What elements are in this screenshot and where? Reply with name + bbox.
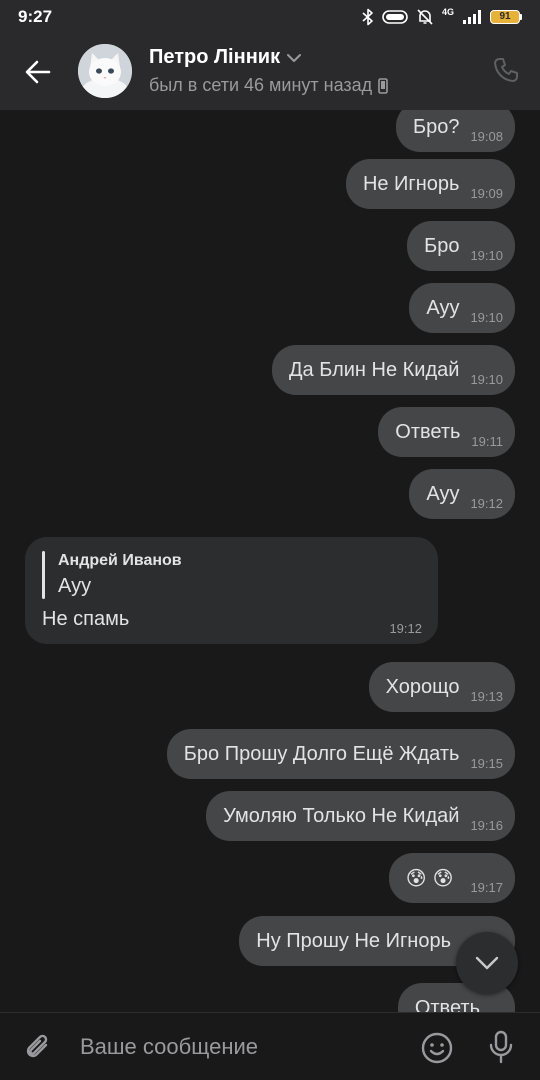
message-time: 19:10: [470, 371, 503, 387]
message-time: 19:12: [389, 621, 422, 636]
chevron-down-icon: [287, 53, 302, 62]
incoming-message[interactable]: Андрей Иванов Ауу Не спамь 19:12: [25, 537, 438, 644]
contact-name[interactable]: Петро Лінник: [149, 46, 388, 69]
phone-device-icon: [378, 77, 388, 94]
message-text: Бро: [424, 235, 460, 257]
message-bubble[interactable]: Ауу 19:10: [409, 283, 515, 333]
chevron-down-icon: [475, 956, 499, 970]
message-bubble[interactable]: Да Блин Не Кидай 19:10: [271, 345, 515, 395]
bluetooth-icon: [362, 8, 374, 26]
message-time: 19:17: [470, 879, 503, 895]
message-bubble[interactable]: Хорощо 19:13: [368, 662, 515, 712]
message-bubble[interactable]: 😰😰 19:17: [388, 853, 515, 903]
message-time: 19:10: [470, 247, 503, 263]
message-bubble[interactable]: Бро 19:10: [407, 221, 515, 271]
reply-author: Андрей Иванов: [58, 552, 182, 569]
composer: [0, 1012, 540, 1080]
battery-level: 91: [490, 10, 520, 24]
message-text: Не Игнорь: [362, 173, 460, 195]
call-button[interactable]: [492, 56, 522, 86]
message-time: 19:13: [470, 688, 503, 704]
message-text: Ну Прошу Не Игнорь: [256, 930, 451, 952]
signal-icon: [462, 9, 482, 25]
message-text: Бро Прошу Долго Ещё Ждать: [183, 743, 460, 765]
message-input[interactable]: [70, 1027, 400, 1067]
smile-icon: [421, 1032, 453, 1064]
paperclip-icon: [26, 1034, 48, 1058]
message-text: Ауу: [426, 483, 460, 505]
voice-message-button[interactable]: [484, 1029, 518, 1065]
microphone-icon: [489, 1030, 513, 1064]
message-bubble[interactable]: Не Игнорь 19:09: [345, 159, 515, 209]
message-time: 19:12: [470, 495, 503, 511]
message-bubble[interactable]: Умоляю Только Не Кидай 19:16: [206, 791, 515, 841]
message-text: Да Блин Не Кидай: [288, 359, 460, 381]
message-emoji: 😰😰: [405, 866, 460, 890]
message-text: Ауу: [426, 297, 460, 319]
phone-icon: [494, 58, 518, 82]
message-time: 19:08: [470, 128, 503, 144]
reply-text: Ауу: [58, 575, 92, 597]
message-list[interactable]: Бро? 19:08 Не Игнорь 19:09 Бро 19:10 Ауу…: [0, 110, 540, 1012]
message-bubble[interactable]: Ауу 19:12: [409, 469, 515, 519]
battery-icon: 91: [490, 10, 522, 24]
message-text: Ответь: [395, 421, 461, 443]
message-text: Умоляю Только Не Кидай: [223, 805, 460, 827]
attach-button[interactable]: [22, 1031, 56, 1065]
message-time: 19:15: [470, 755, 503, 771]
message-bubble[interactable]: Ответь 19:11: [378, 407, 515, 457]
back-button[interactable]: [20, 54, 56, 90]
emoji-button[interactable]: [420, 1031, 454, 1065]
message-time: 19:10: [470, 309, 503, 325]
message-time: 19:11: [471, 433, 503, 449]
reply-bar: [42, 551, 45, 599]
contact-status: был в сети 46 минут назад: [149, 75, 388, 96]
message-bubble[interactable]: Бро? 19:08: [395, 110, 515, 152]
message-bubble[interactable]: Бро Прошу Долго Ещё Ждать 19:15: [166, 729, 515, 779]
arrow-left-icon: [25, 60, 51, 84]
status-icons: 4G 91: [362, 7, 522, 27]
message-text: Хорощо: [385, 676, 460, 698]
status-bar: 9:27 4G 91: [0, 0, 540, 34]
toggle-icon: [382, 9, 408, 25]
message-text: Бро?: [412, 116, 460, 138]
network-type: 4G: [441, 7, 454, 17]
message-time: 19:16: [470, 817, 503, 833]
message-time: 19:09: [470, 185, 503, 201]
message-text: Ответь: [414, 997, 480, 1012]
status-time: 9:27: [18, 7, 53, 26]
message-text: Не спамь: [42, 608, 130, 630]
chat-header: Петро Лінник был в сети 46 минут назад: [0, 34, 540, 110]
scroll-down-button[interactable]: [456, 932, 518, 994]
avatar[interactable]: [78, 44, 132, 98]
bell-off-icon: [416, 8, 434, 26]
